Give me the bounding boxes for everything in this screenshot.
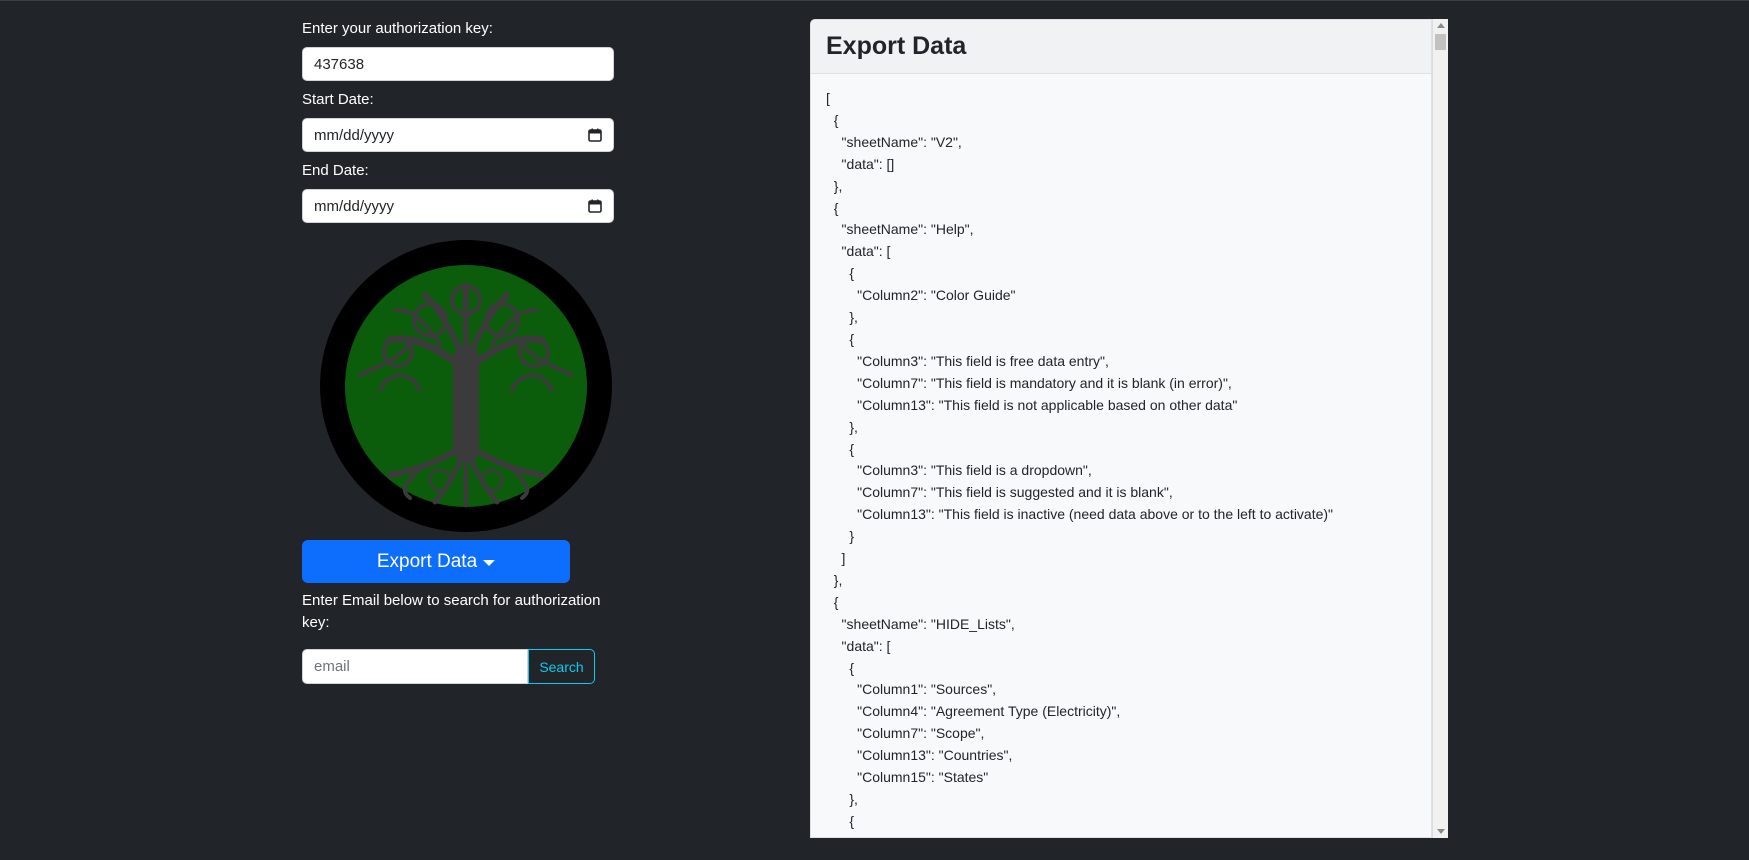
json-line: {	[826, 812, 855, 829]
calendar-icon[interactable]	[588, 128, 602, 142]
json-line: ]	[826, 550, 846, 567]
json-line: [	[826, 90, 830, 106]
panel-title: Export Data	[811, 20, 1431, 74]
json-line: "Column13": "This field is not applicabl…	[826, 396, 1238, 413]
json-line: "data": [	[826, 243, 891, 260]
json-line: "Column3": "This field is a dropdown",	[826, 462, 1092, 479]
json-line: }	[826, 528, 855, 545]
tree-of-life-icon	[320, 240, 612, 532]
start-date-label: Start Date:	[302, 91, 374, 108]
json-line: "sheetName": "V2",	[826, 133, 962, 150]
json-line: "Column4": "Agreement Type (Electricity)…	[826, 703, 1121, 720]
email-input[interactable]: email	[302, 649, 528, 684]
scroll-down-arrow-icon[interactable]	[1437, 829, 1445, 834]
json-line: },	[826, 309, 858, 326]
end-date-placeholder: mm/dd/yyyy	[314, 197, 395, 215]
json-line: "Column13": "This field is inactive (nee…	[826, 506, 1334, 523]
scroll-up-arrow-icon[interactable]	[1437, 23, 1445, 28]
json-line: {	[826, 111, 839, 128]
json-line: "data": [	[826, 637, 891, 654]
json-line: "Column2": "Color Guide"	[826, 287, 1016, 304]
auth-key-value: 437638	[314, 55, 365, 73]
export-json-output: [ { "sheetName": "V2", "data": [] }, { "…	[811, 74, 1431, 837]
json-line: {	[826, 659, 855, 676]
start-date-placeholder: mm/dd/yyyy	[314, 126, 395, 144]
end-date-label: End Date:	[302, 162, 369, 179]
email-help-text: Enter Email below to search for authoriz…	[302, 592, 601, 631]
json-line: "sheetName": "HIDE_Lists",	[826, 615, 1015, 632]
json-line: "Column3": "This field is free data entr…	[826, 352, 1109, 369]
panel-scrollbar[interactable]	[1432, 19, 1448, 838]
tree-of-life-logo	[320, 240, 612, 532]
json-line: },	[826, 177, 843, 194]
end-date-input[interactable]: mm/dd/yyyy	[302, 189, 614, 223]
json-line: "Column1": "Electricity",	[826, 833, 1431, 837]
auth-key-label: Enter your authorization key:	[302, 20, 493, 37]
calendar-icon[interactable]	[588, 199, 602, 213]
export-data-button[interactable]: Export Data	[302, 540, 570, 583]
auth-key-input[interactable]: 437638	[302, 47, 614, 81]
export-data-label: Export Data	[376, 550, 478, 572]
caret-down-icon	[483, 559, 496, 566]
top-divider	[0, 0, 1749, 1]
json-line: "sheetName": "Help",	[826, 221, 974, 238]
json-line: {	[826, 440, 855, 457]
json-line: "Column7": "Scope",	[826, 725, 985, 742]
email-placeholder: email	[314, 658, 350, 675]
scroll-thumb[interactable]	[1435, 34, 1446, 50]
start-date-input[interactable]: mm/dd/yyyy	[302, 118, 614, 152]
json-line: },	[826, 571, 843, 588]
json-line: {	[826, 593, 839, 610]
email-search-group: email Search	[302, 649, 595, 684]
json-line: "data": []	[826, 155, 895, 172]
json-line: {	[826, 330, 855, 347]
export-data-panel: Export Data [ { "sheetName": "V2", "data…	[810, 19, 1432, 838]
json-line: "Column1": "Sources",	[826, 681, 997, 698]
json-line: },	[826, 791, 858, 807]
json-line: "Column7": "This field is mandatory and …	[826, 374, 1232, 391]
json-line: "Column15": "States"	[826, 769, 989, 786]
search-button[interactable]: Search	[528, 649, 595, 684]
json-line: {	[826, 199, 839, 216]
json-line: "Column7": "This field is suggested and …	[826, 484, 1173, 501]
json-line: },	[826, 418, 858, 435]
json-line: "Column13": "Countries",	[826, 747, 1013, 764]
json-line: {	[826, 265, 855, 282]
